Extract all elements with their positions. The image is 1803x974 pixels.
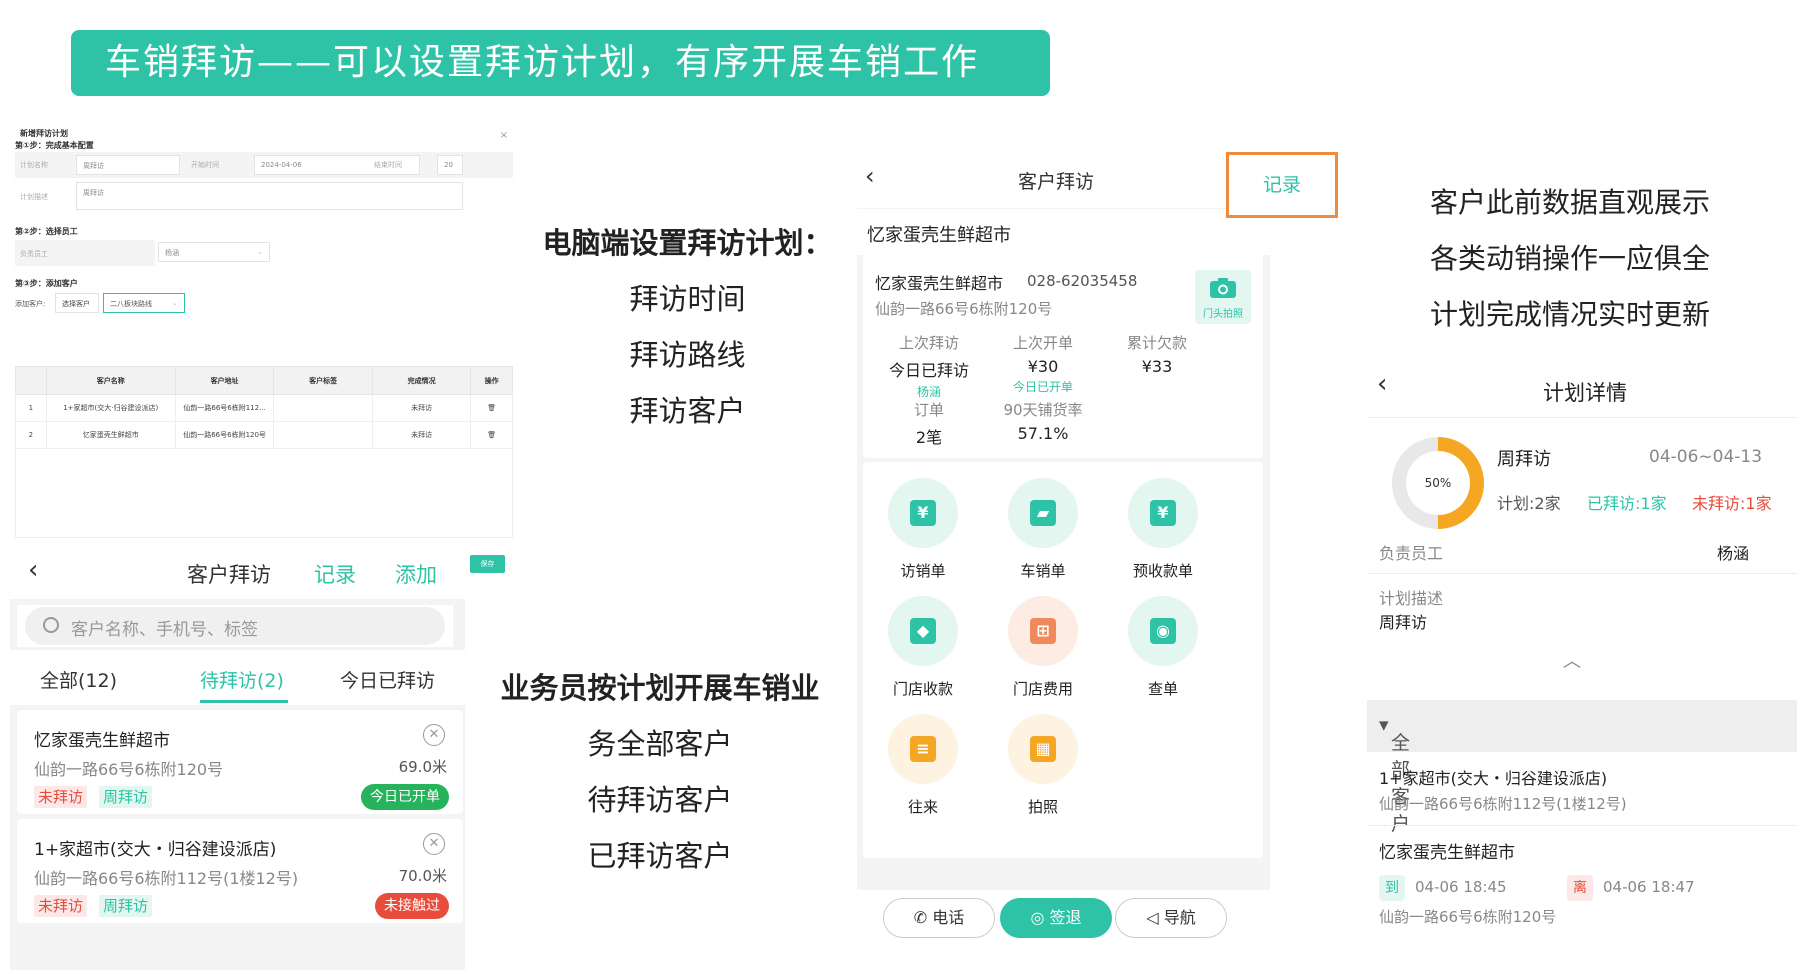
back-icon[interactable]: ‹ bbox=[865, 162, 875, 190]
stat-orders: 订单 2笔 bbox=[913, 401, 944, 447]
select-customer-button[interactable]: 选择客户 bbox=[55, 293, 99, 313]
search-input[interactable]: 客户名称、手机号、标签 bbox=[25, 607, 445, 645]
checkout-button[interactable]: ◎ 签退 bbox=[1000, 898, 1112, 938]
close-icon[interactable]: ✕ bbox=[423, 724, 445, 746]
chevron-up-icon[interactable]: ︿ bbox=[1563, 647, 1581, 673]
delete-icon[interactable]: 🗑 bbox=[470, 394, 513, 422]
back-icon[interactable]: ‹ bbox=[1377, 369, 1387, 399]
record-link[interactable]: 记录 bbox=[314, 559, 356, 589]
col-header: 完成情况 bbox=[371, 366, 472, 395]
tab-all[interactable]: 全部(12) bbox=[40, 666, 117, 693]
col-header: 客户标签 bbox=[273, 366, 373, 395]
col-header: 客户名称 bbox=[45, 366, 176, 395]
action-check-order[interactable]: ◉ 查单 bbox=[1103, 596, 1223, 699]
plan-name-input[interactable]: 周拜访 bbox=[76, 155, 180, 175]
action-photo[interactable]: ▦ 拍照 bbox=[983, 714, 1103, 817]
record-link-highlight[interactable]: 记录 bbox=[1226, 152, 1338, 218]
center-top-text: 电脑端设置拜访计划： 拜访时间 拜访路线 拜访客户 bbox=[542, 226, 833, 428]
save-button[interactable]: 保存 bbox=[470, 555, 505, 573]
step1-heading: 第①步：完成基本配置 bbox=[15, 141, 94, 150]
stat-debt: 累计欠款 ¥33 bbox=[1126, 334, 1187, 376]
middle-phone-customer-visit: ‹ 客户拜访 忆家蛋壳生鲜超市 忆家蛋壳生鲜超市 028-62035458 仙韵… bbox=[857, 150, 1270, 974]
route-select[interactable]: 二八板块路线 ⌄ bbox=[103, 293, 185, 313]
close-icon[interactable]: ✕ bbox=[423, 833, 445, 855]
stat-last-visit: 上次拜访 今日已拜访 杨涵 bbox=[888, 334, 969, 399]
tab-underline bbox=[200, 700, 288, 703]
delete-icon[interactable]: 🗑 bbox=[470, 421, 513, 449]
customer-info-card: 忆家蛋壳生鲜超市 028-62035458 仙韵一路66号6栋附120号 门头拍… bbox=[863, 254, 1263, 458]
action-transactions[interactable]: ≡ 往来 bbox=[863, 714, 983, 817]
photo-icon: ▦ bbox=[1030, 736, 1056, 762]
stat-last-order: 上次开单 ¥30 今日已开单 bbox=[1012, 334, 1073, 394]
stat-coverage: 90天铺货率 57.1% bbox=[1003, 401, 1083, 443]
table-row: 1 1+家超市(交大·归谷建设派店) 仙韵一路66号6栋附112... 未拜访 … bbox=[15, 394, 513, 422]
right-feature-text: 客户此前数据直观展示 各类动销操作一应俱全 计划完成情况实时更新 bbox=[1430, 186, 1711, 331]
tab-pending[interactable]: 待拜访(2) bbox=[200, 666, 284, 693]
add-customer-label: 添加客户: bbox=[15, 300, 46, 308]
shop-name: 忆家蛋壳生鲜超市 bbox=[867, 225, 1011, 246]
plan-badge: 周拜访 bbox=[99, 786, 153, 808]
phone-number[interactable]: 028-62035458 bbox=[1027, 272, 1137, 290]
action-vehicle-order[interactable]: ▰ 车销单 bbox=[983, 478, 1103, 581]
contact-badge: 未接触过 bbox=[375, 893, 449, 919]
action-prepayment[interactable]: ¥ 预收款单 bbox=[1103, 478, 1223, 581]
payment-icon: ¥ bbox=[1150, 500, 1176, 526]
order-icon: ¥ bbox=[910, 500, 936, 526]
location-icon: ◎ bbox=[1030, 908, 1050, 927]
truck-icon: ▰ bbox=[1030, 500, 1056, 526]
page-title: 客户拜访 bbox=[187, 563, 271, 587]
customer-card[interactable]: 1+家超市(交大・归谷建设派店) ✕ 仙韵一路66号6栋附112号(1楼12号)… bbox=[17, 819, 463, 923]
action-store-expense[interactable]: ⊞ 门店费用 bbox=[983, 596, 1103, 699]
step3-heading: 第③步：添加客户 bbox=[15, 279, 78, 288]
step2-heading: 第②步：选择员工 bbox=[15, 227, 78, 236]
right-phone-plan-detail: ‹ 计划详情 50% 周拜访 04-06~04-13 计划:2家 已拜访:1家 … bbox=[1367, 355, 1797, 974]
arrive-badge: 到 bbox=[1379, 875, 1405, 901]
left-phone-visit-list: ‹ 客户拜访 记录 添加 客户名称、手机号、标签 全部(12) 待拜访(2) 今… bbox=[10, 545, 465, 970]
page-title: 计划详情 bbox=[1543, 381, 1627, 405]
leave-badge: 离 bbox=[1567, 875, 1593, 901]
plan-name-label: 计划名称 bbox=[20, 161, 48, 169]
close-icon[interactable]: × bbox=[500, 130, 508, 141]
plan-badge: 周拜访 bbox=[99, 895, 153, 917]
storefront-photo-button[interactable]: 门头拍照 bbox=[1195, 270, 1251, 324]
search-icon bbox=[43, 617, 59, 633]
employee-label: 负责员工 bbox=[20, 250, 48, 258]
end-label: 结束时间 bbox=[374, 161, 402, 169]
add-link[interactable]: 添加 bbox=[395, 559, 437, 589]
back-icon[interactable]: ‹ bbox=[28, 555, 38, 585]
col-header: 客户地址 bbox=[174, 366, 275, 395]
page-title: 客户拜访 bbox=[1018, 171, 1095, 193]
form-title: 新增拜访计划 bbox=[20, 129, 68, 138]
title-banner: 车销拜访——可以设置拜访计划，有序开展车销工作 bbox=[71, 30, 1050, 96]
employee-select[interactable]: 杨涵 ⌄ bbox=[158, 242, 270, 262]
list-icon: ≡ bbox=[910, 736, 936, 762]
customer-table: 客户名称 客户地址 客户标签 完成情况 操作 1 1+家超市(交大·归谷建设派店… bbox=[15, 366, 513, 449]
navigation-icon: ◁ bbox=[1146, 908, 1164, 927]
navigate-button[interactable]: ◁ 导航 bbox=[1115, 898, 1227, 938]
action-store-receipt[interactable]: ◆ 门店收款 bbox=[863, 596, 983, 699]
order-badge: 今日已开单 bbox=[361, 784, 449, 810]
phone-icon: ✆ bbox=[913, 908, 933, 927]
status-badge: 未拜访 bbox=[34, 786, 88, 808]
customer-card[interactable]: 忆家蛋壳生鲜超市 ✕ 仙韵一路66号6栋附120号 69.0米 未拜访 周拜访 … bbox=[17, 710, 463, 814]
progress-donut: 50% bbox=[1392, 437, 1484, 529]
table-row: 2 忆家蛋壳生鲜超市 仙韵一路66号6栋附120号 未拜访 🗑 bbox=[15, 421, 513, 449]
pc-plan-form: 新增拜访计划 × 第①步：完成基本配置 计划名称 周拜访 开始时间 2024-0… bbox=[10, 118, 520, 543]
center-bottom-text: 业务员按计划开展车销业 务全部客户 待拜访客户 已拜访客户 bbox=[500, 671, 820, 873]
camera-icon bbox=[1210, 278, 1236, 298]
all-customers-filter[interactable]: 全部客户 ▾ bbox=[1367, 700, 1797, 835]
tab-visited-today[interactable]: 今日已拜访 bbox=[340, 666, 435, 693]
camera-icon: ◉ bbox=[1150, 618, 1176, 644]
col-header: 操作 bbox=[470, 366, 513, 395]
status-badge: 未拜访 bbox=[34, 895, 88, 917]
box-icon: ◆ bbox=[910, 618, 936, 644]
desc-label: 计划描述 bbox=[20, 193, 48, 201]
end-date-input[interactable]: 20 bbox=[437, 155, 463, 175]
action-grid: ¥ 访销单 ▰ 车销单 ¥ 预收款单 ◆ 门店收款 ⊞ 门店费用 ◉ 查单 ≡ 往来 ▦ 拍照 bbox=[863, 462, 1263, 858]
call-button[interactable]: ✆ 电话 bbox=[883, 898, 995, 938]
start-label: 开始时间 bbox=[191, 161, 219, 169]
desc-input[interactable]: 周拜访 bbox=[76, 182, 463, 210]
action-visit-order[interactable]: ¥ 访销单 bbox=[863, 478, 983, 581]
cart-icon: ⊞ bbox=[1030, 618, 1056, 644]
